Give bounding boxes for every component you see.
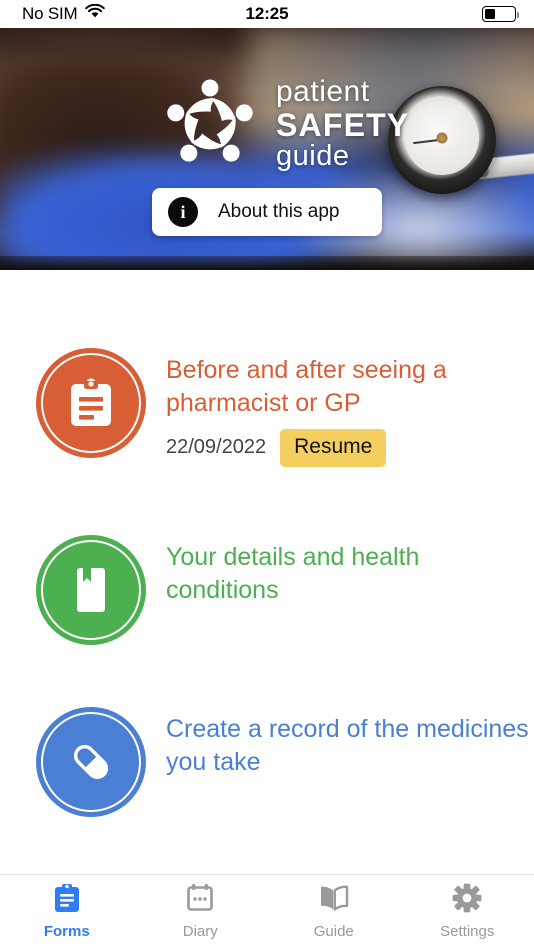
forms-list: Before and after seeing a pharmacist or …: [0, 270, 534, 817]
logo-line-guide: guide: [276, 140, 350, 172]
logo-line-safety: SAFETY: [276, 107, 410, 143]
tab-forms[interactable]: Forms: [0, 875, 134, 940]
form-card-date: 22/09/2022: [166, 436, 267, 458]
form-card-medicines-record[interactable]: Create a record of the medicines you tak…: [0, 706, 534, 817]
tab-guide-label: Guide: [313, 923, 354, 940]
about-this-app-label: About this app: [218, 201, 340, 222]
app-screen: No SIM 12:25 patient SAFETY guide i Abou…: [0, 0, 534, 950]
form-card-title: Your details and health conditions: [166, 542, 420, 604]
form-card-title: Create a record of the medicines you tak…: [166, 714, 529, 776]
status-bar: No SIM 12:25: [0, 0, 534, 28]
tab-diary-label: Diary: [182, 923, 218, 940]
form-card-body: Your details and health conditions: [146, 535, 534, 608]
form-card-title: Before and after seeing a pharmacist or …: [166, 356, 447, 418]
tab-settings[interactable]: Settings: [401, 875, 534, 940]
app-logo: patient SAFETY guide: [160, 74, 409, 174]
tab-settings-label: Settings: [440, 923, 495, 940]
clock-label: 12:25: [245, 4, 289, 23]
resume-button[interactable]: Resume: [280, 428, 387, 467]
form-card-your-details[interactable]: Your details and health conditions: [0, 534, 534, 645]
book-bookmark-icon: [36, 534, 146, 645]
calendar-icon: [186, 883, 214, 918]
about-this-app-button[interactable]: i About this app: [152, 188, 382, 236]
tab-forms-label: Forms: [43, 923, 90, 940]
info-icon: i: [168, 197, 198, 227]
status-bar-right: [482, 6, 519, 22]
clipboard-icon: [36, 348, 146, 458]
patient-safety-circle-people-logo-icon: [160, 74, 260, 174]
form-card-body: Create a record of the medicines you tak…: [146, 707, 534, 780]
open-book-icon: [318, 883, 350, 918]
gear-icon: [452, 883, 482, 918]
form-card-before-after-pharmacist[interactable]: Before and after seeing a pharmacist or …: [0, 348, 534, 467]
bottom-tab-bar: Forms Diary Guide Settings: [0, 874, 534, 950]
form-card-body: Before and after seeing a pharmacist or …: [146, 348, 534, 467]
tab-guide[interactable]: Guide: [267, 875, 401, 940]
tab-diary[interactable]: Diary: [134, 875, 268, 940]
form-card-meta: 22/09/2022 Resume: [166, 428, 534, 467]
pill-icon: [36, 706, 146, 817]
hero-banner: patient SAFETY guide i About this app: [0, 28, 534, 270]
logo-line-patient: patient: [276, 75, 370, 108]
clipboard-icon: [53, 883, 81, 918]
logo-wordmark: patient SAFETY guide: [276, 77, 409, 171]
battery-icon: [482, 6, 519, 22]
